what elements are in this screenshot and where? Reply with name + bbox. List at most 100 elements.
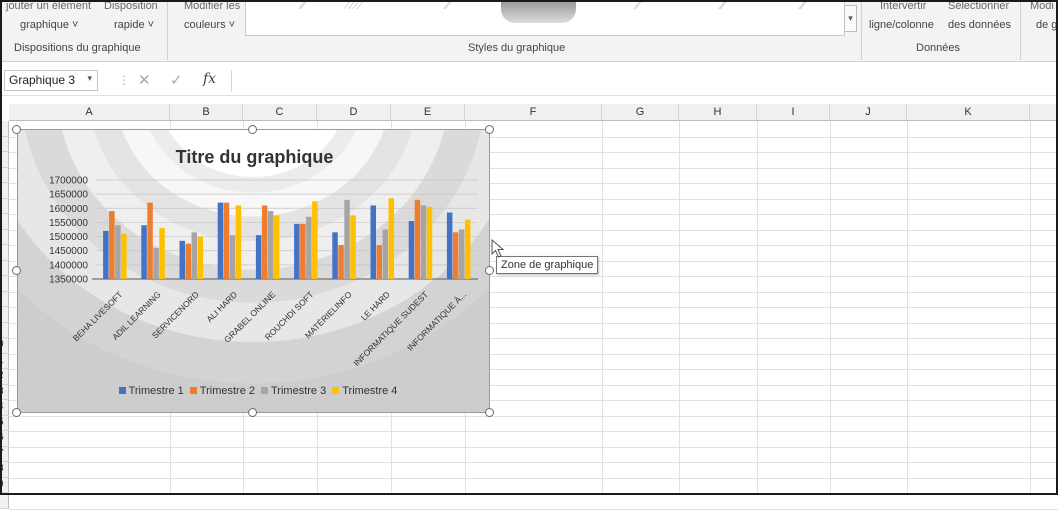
row-header[interactable] [0, 167, 9, 183]
bar-trimestre-2 [452, 232, 459, 279]
resize-handle-bottom-left[interactable] [12, 408, 21, 417]
formula-input[interactable] [231, 70, 1058, 92]
bar-trimestre-2 [185, 243, 191, 279]
y-tick-label: 1500000 [49, 232, 88, 243]
chart-styles-gallery[interactable]: ⁄⁄ ∕ ∕ ∕ ∕ ⁄⁄ ⁄⁄ ⁄⁄ ⁄⁄ [245, 0, 845, 36]
mouse-pointer-icon [491, 239, 505, 258]
row-header[interactable] [0, 198, 9, 214]
style-thumb[interactable]: ⁄⁄ [446, 1, 506, 21]
row-header[interactable] [0, 276, 9, 292]
row-header[interactable] [0, 260, 9, 276]
row-header[interactable]: 8 [0, 462, 9, 478]
gallery-more-button[interactable]: ▾ [844, 5, 857, 32]
resize-handle-bottom-right[interactable] [485, 408, 494, 417]
resize-handle-top[interactable] [248, 125, 257, 134]
ribbon-separator [1020, 0, 1021, 60]
add-chart-element-button[interactable]: graphique ˅ [20, 19, 78, 31]
resize-handle-top-left[interactable] [12, 125, 21, 134]
column-header[interactable]: J [830, 104, 907, 121]
bar-trimestre-3 [229, 235, 236, 279]
style-thumb[interactable]: ⁄⁄ [721, 1, 781, 21]
style-thumb[interactable]: ⁄⁄ [801, 1, 844, 21]
row-header[interactable]: 5 [0, 415, 9, 431]
quick-layout-button[interactable]: rapide ˅ [114, 19, 154, 31]
bar-trimestre-3 [115, 225, 121, 279]
bar-trimestre-4 [312, 201, 318, 279]
bar-trimestre-3 [153, 247, 159, 279]
switch-row-column-button[interactable]: ligne/colonne [869, 19, 934, 31]
legend-item[interactable]: Trimestre 3 [261, 385, 326, 397]
style-thumb-selected[interactable] [501, 1, 576, 23]
style-thumb[interactable]: ⁄⁄ [636, 1, 696, 21]
group-label-data: Données [916, 42, 961, 54]
row-header[interactable] [0, 152, 9, 168]
row-header[interactable] [0, 214, 9, 230]
column-header[interactable]: H [679, 104, 757, 121]
chart-plot[interactable]: 1700000 1650000 1600000 1550000 1500000 14500… [18, 130, 491, 414]
x-tick-label: ALI HARD [204, 289, 239, 324]
row-header[interactable]: 2 [0, 369, 9, 385]
enter-icon[interactable]: ✓ [170, 71, 183, 89]
row-header[interactable] [0, 121, 9, 137]
resize-handle-top-right[interactable] [485, 125, 494, 134]
gridline [9, 493, 1058, 494]
row-header[interactable]: 1 [0, 353, 9, 369]
resize-handle-left[interactable] [12, 266, 21, 275]
legend-item[interactable]: Trimestre 2 [189, 385, 255, 397]
bar-trimestre-2 [300, 223, 306, 279]
cancel-icon[interactable]: ✕ [138, 71, 151, 89]
row-header[interactable] [0, 229, 9, 245]
row-header[interactable]: 4 [0, 400, 9, 416]
y-tick-label: 1650000 [49, 190, 88, 201]
bar-trimestre-1 [141, 225, 147, 279]
y-tick-label: 1600000 [49, 204, 88, 215]
chart-legend[interactable]: Trimestre 1 Trimestre 2 Trimestre 3 Trimest… [108, 385, 408, 397]
gridline [830, 121, 831, 495]
style-thumb[interactable]: ∕ ∕ ∕ ∕ [346, 1, 406, 21]
row-header[interactable]: 9 [0, 477, 9, 493]
row-header[interactable] [0, 245, 9, 261]
chevron-down-icon[interactable]: ▾ [87, 73, 92, 84]
column-header[interactable]: K [907, 104, 1030, 121]
row-header[interactable] [0, 291, 9, 307]
bar-trimestre-2 [376, 245, 382, 279]
change-colors-button[interactable]: couleurs ˅ [184, 19, 235, 31]
row-header[interactable] [0, 136, 9, 152]
legend-item[interactable]: Trimestre 4 [332, 385, 397, 397]
legend-item[interactable]: Trimestre 1 [118, 385, 184, 397]
column-header[interactable]: I [757, 104, 830, 121]
bar-trimestre-1 [408, 221, 415, 279]
insert-function-icon[interactable]: fx [203, 71, 216, 87]
chart-area-tooltip: Zone de graphique [496, 256, 599, 274]
column-header[interactable]: F [465, 104, 602, 121]
resize-handle-bottom[interactable] [248, 408, 257, 417]
legend-swatch [118, 387, 126, 394]
legend-label: Trimestre 3 [271, 385, 327, 397]
bar-trimestre-4 [426, 206, 433, 279]
row-header[interactable]: 0 [0, 338, 9, 354]
chart-area[interactable]: Titre du graphique 1700000 1650000 1600000… [17, 129, 490, 413]
drag-handle-icon[interactable]: ⋮ [118, 73, 130, 87]
row-header[interactable] [0, 322, 9, 338]
gridline [9, 477, 1058, 479]
row-header[interactable]: 7 [0, 446, 9, 462]
row-header[interactable]: 3 [0, 384, 9, 400]
row-header[interactable]: 6 [0, 431, 9, 447]
column-header[interactable]: E [391, 104, 465, 121]
column-header[interactable]: A [9, 104, 170, 121]
column-header[interactable]: D [317, 104, 391, 121]
y-tick-label: 1700000 [49, 176, 88, 187]
column-header[interactable]: C [243, 104, 317, 121]
name-box[interactable]: Graphique 3 ▾ [4, 70, 98, 91]
row-header[interactable] [0, 493, 9, 509]
row-header[interactable] [0, 307, 9, 323]
resize-handle-right[interactable] [485, 266, 494, 275]
gridline [907, 121, 908, 495]
column-header[interactable]: G [602, 104, 679, 121]
select-data-button[interactable]: des données [948, 19, 1011, 31]
row-header[interactable] [0, 183, 9, 199]
change-chart-type-button[interactable]: de g [1036, 19, 1057, 31]
column-header[interactable]: B [170, 104, 243, 121]
column-header[interactable] [1030, 104, 1058, 121]
bar-trimestre-2 [147, 202, 153, 279]
